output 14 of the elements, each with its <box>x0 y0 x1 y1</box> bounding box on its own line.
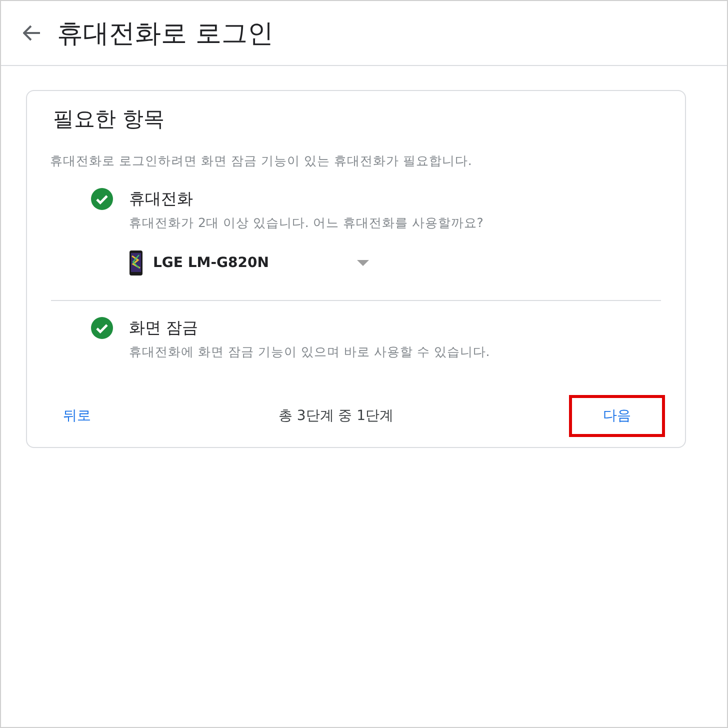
card-title: 필요한 항목 <box>53 106 166 133</box>
next-button[interactable]: 다음 <box>568 395 665 437</box>
step-counter-text: 총 3단계 중 1단계 <box>278 407 394 425</box>
requirement-title: 화면 잠금 <box>129 317 200 339</box>
back-button[interactable]: 뒤로 <box>51 399 103 433</box>
phone-icon <box>129 250 143 276</box>
page-title: 휴대전화로 로그인 <box>57 18 274 50</box>
caret-icon <box>357 260 369 266</box>
requirement-title: 휴대전화 <box>129 188 194 210</box>
card-description: 휴대전화로 로그인하려면 화면 잠금 기능이 있는 휴대전화가 필요합니다. <box>50 153 473 170</box>
device-dropdown[interactable]: LGE LM-G820N <box>129 246 369 280</box>
requirement-detail: 휴대전화가 2대 이상 있습니다. 어느 휴대전화를 사용할까요? <box>129 215 484 232</box>
requirement-detail: 휴대전화에 화면 잠금 기능이 있으며 바로 사용할 수 있습니다. <box>129 344 490 361</box>
back-arrow-icon[interactable] <box>23 25 41 41</box>
